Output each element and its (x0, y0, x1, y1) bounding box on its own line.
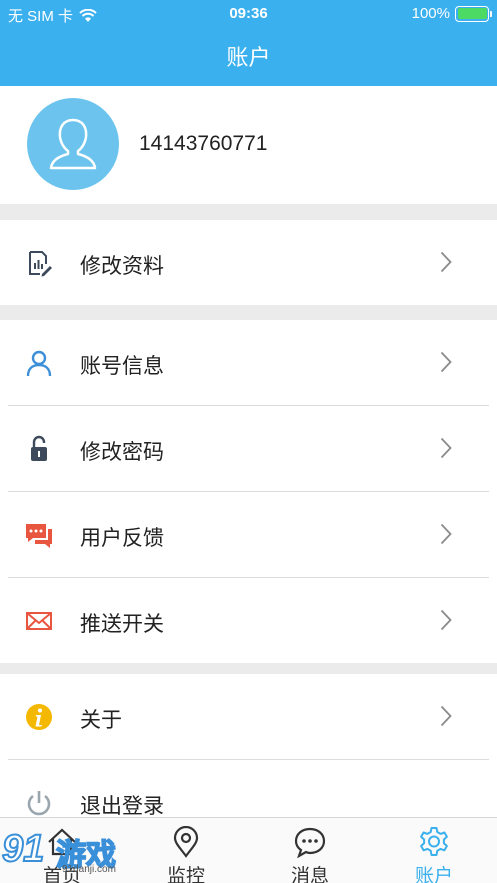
avatar[interactable] (27, 98, 119, 190)
watermark-logo: 91 游戏 91danji.com (0, 824, 140, 883)
menu-label-feedback: 用户反馈 (80, 527, 164, 550)
menu-label-about: 关于 (80, 709, 122, 732)
watermark-url: 91danji.com (62, 864, 116, 875)
tab-label-monitor: 监控 (166, 866, 205, 883)
user-silhouette-icon (49, 118, 97, 170)
document-edit-icon (29, 251, 52, 277)
location-pin-icon (173, 826, 199, 858)
feedback-chat-icon (26, 524, 52, 548)
page-title: 账户 (226, 45, 271, 70)
chat-bubble-icon (294, 827, 326, 858)
battery-icon (455, 5, 492, 22)
menu-item-feedback[interactable]: 用户反馈 (0, 492, 497, 577)
menu-label-edit-profile: 修改资料 (80, 255, 164, 278)
account-screen: 无 SIM 卡 09:36 100% 账户 14143760771 修改资料 账… (0, 0, 497, 883)
menu-item-account-info[interactable]: 账号信息 (0, 320, 497, 405)
power-icon (27, 791, 51, 816)
menu-label-change-password: 修改密码 (80, 441, 164, 464)
menu-item-edit-profile[interactable]: 修改资料 (0, 220, 497, 305)
tab-messages[interactable]: 消息 (248, 818, 372, 883)
tab-label-messages: 消息 (290, 866, 329, 883)
gear-icon (420, 827, 448, 856)
profile-card[interactable]: 14143760771 (0, 86, 497, 204)
menu-label-push-switch: 推送开关 (80, 613, 164, 636)
tab-account[interactable]: 账户 (372, 818, 496, 883)
tab-label-account: 账户 (414, 866, 453, 883)
menu-group-settings: 账号信息 修改密码 用户反馈 推送开关 (0, 320, 497, 663)
tab-monitor[interactable]: 监控 (124, 818, 248, 883)
menu-item-push-switch[interactable]: 推送开关 (0, 578, 497, 663)
watermark-number: 91 (1, 827, 45, 871)
chevron-right-icon (440, 351, 452, 373)
header: 无 SIM 卡 09:36 100% 账户 (0, 0, 497, 86)
battery-percent: 100% (411, 5, 450, 22)
status-bar: 无 SIM 卡 09:36 100% (0, 0, 497, 28)
menu-item-change-password[interactable]: 修改密码 (0, 406, 497, 491)
lock-icon (31, 435, 47, 461)
mail-icon (26, 612, 52, 630)
chevron-right-icon (440, 251, 452, 273)
chevron-right-icon (440, 705, 452, 727)
phone-number: 14143760771 (139, 132, 268, 155)
menu-group-profile: 修改资料 (0, 220, 497, 305)
battery-group: 100% (411, 5, 492, 22)
chevron-right-icon (440, 609, 452, 631)
menu-item-about[interactable]: 关于 (0, 674, 497, 759)
menu-label-logout: 退出登录 (80, 795, 164, 817)
chevron-right-icon (440, 437, 452, 459)
info-icon (26, 704, 52, 730)
menu-group-misc: 关于 退出登录 (0, 674, 497, 817)
user-icon (26, 350, 52, 377)
menu-label-account-info: 账号信息 (80, 355, 164, 378)
chevron-right-icon (440, 523, 452, 545)
menu-item-logout[interactable]: 退出登录 (0, 760, 497, 817)
